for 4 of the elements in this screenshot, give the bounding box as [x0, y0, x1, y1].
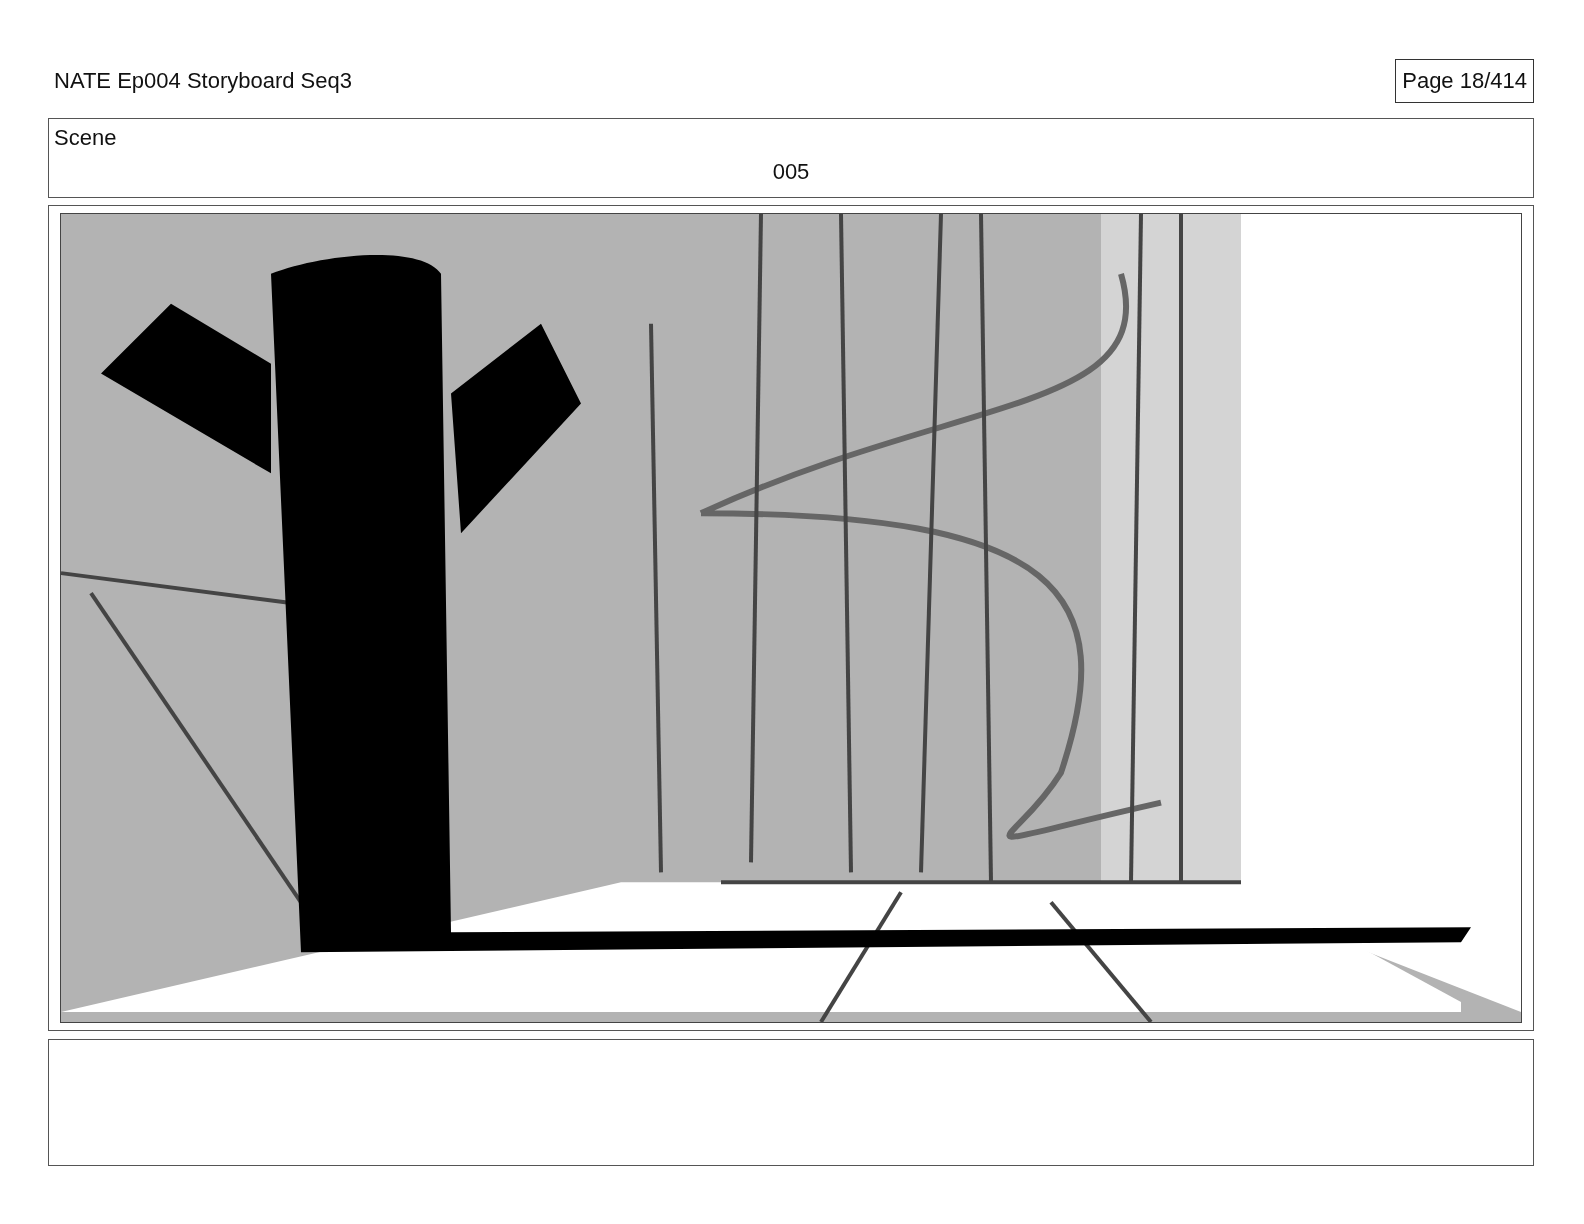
scene-label: Scene — [54, 125, 117, 151]
page-number: Page 18/414 — [1395, 59, 1534, 103]
storyboard-title: NATE Ep004 Storyboard Seq3 — [54, 68, 352, 94]
scene-number: 005 — [772, 159, 810, 185]
